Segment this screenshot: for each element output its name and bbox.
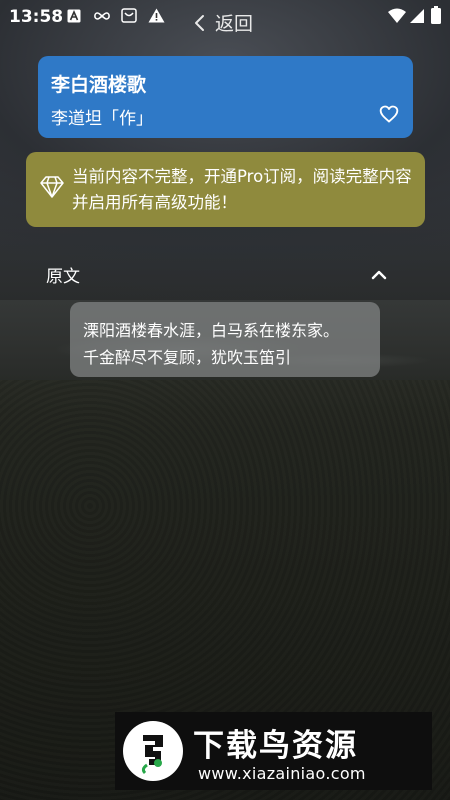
poem-title: 李白酒楼歌 (51, 74, 147, 96)
diamond-icon (40, 176, 64, 202)
warning-icon (148, 8, 165, 24)
pro-banner-text: 当前内容不完整，开通Pro订阅，阅读完整内容并启用所有高级功能！ (72, 167, 412, 212)
pro-subscription-banner[interactable]: 当前内容不完整，开通Pro订阅，阅读完整内容并启用所有高级功能！ (26, 152, 425, 227)
original-section-label: 原文 (46, 267, 80, 287)
original-text-card: 溧阳酒楼春水涯，白马系在楼东家。 千金醉尽不复顾，犹吹玉笛引 (70, 302, 380, 377)
verse-line: 溧阳酒楼春水涯，白马系在楼东家。 (83, 321, 340, 340)
watermark-title: 下载鸟资源 (193, 728, 358, 764)
chevron-left-icon (193, 14, 205, 32)
original-section-header[interactable]: 原文 (0, 254, 450, 294)
watermark-banner: 下载鸟资源 www.xiazainiao.com (115, 712, 432, 790)
favorite-button[interactable] (379, 104, 401, 126)
bird-logo-icon (123, 721, 183, 781)
heart-outline-icon (379, 105, 399, 128)
poem-title-card: 李白酒楼歌 李道坦「作」 (38, 56, 413, 138)
battery-icon (431, 6, 441, 24)
watermark-url: www.xiazainiao.com (198, 764, 366, 783)
wifi-icon (388, 8, 406, 24)
chevron-up-icon[interactable] (370, 266, 388, 285)
signal-icon (410, 8, 424, 24)
verse-line: 千金醉尽不复顾，犹吹玉笛引 (83, 348, 292, 367)
infinity-icon (93, 8, 111, 24)
back-button[interactable]: 返回 (193, 9, 253, 36)
status-time: 13:58 (9, 7, 64, 27)
font-a-icon (67, 8, 81, 24)
back-label: 返回 (215, 13, 254, 35)
poem-author: 李道坦「作」 (51, 109, 153, 129)
message-box-icon (121, 8, 137, 24)
